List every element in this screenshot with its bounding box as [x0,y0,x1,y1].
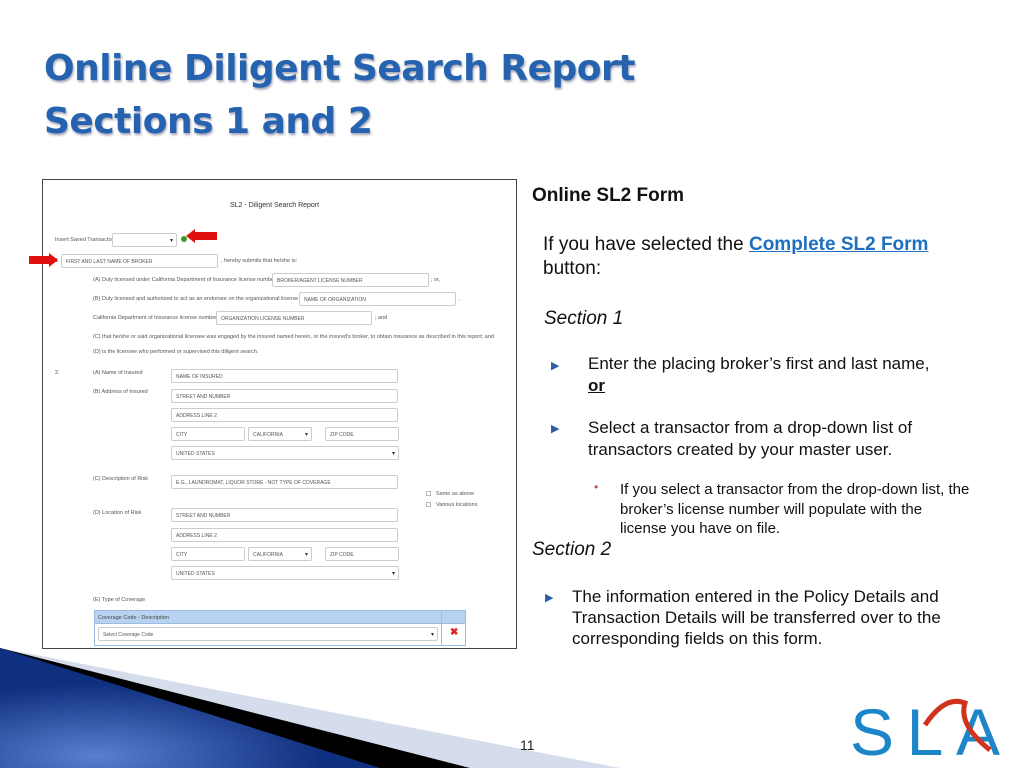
label: , hereby submits that he/she is: [221,258,298,264]
label: (A) Duly licensed under California Depar… [93,277,276,283]
insured-zip-input[interactable]: ZIP CODE [325,427,399,441]
label: California Department of Insurance licen… [93,315,218,321]
complete-sl2-form-link[interactable]: Complete SL2 Form [749,234,928,255]
slide-title-line1: Online Diligent Search Report [44,48,635,89]
bullet2: Select a transactor from a drop-down lis… [588,418,913,459]
insured-state-select[interactable]: CALIFORNIA [248,427,312,441]
insured-country-select[interactable]: UNITED STATES [171,446,399,460]
bullet-icon: ▶ [551,423,560,435]
svg-text:SLA: SLA [850,695,1000,757]
label: (C) that he/she or said organizational l… [93,334,494,340]
organization-name-input[interactable]: NAME OF ORGANIZATION [299,292,456,306]
location-street-input[interactable]: STREET AND NUMBER [171,508,398,522]
label: (B) Duly licensed and authorized to act … [93,296,305,302]
label: (E) Type of Coverage [93,597,146,603]
bullet1: Enter the placing broker’s first and las… [588,354,930,395]
slide-title-line2: Sections 1 and 2 [44,101,373,142]
sub-bullet: If you select a transactor from the drop… [620,481,970,537]
label: (D) is the licensee who performed or sup… [93,349,259,355]
intro-text: If you have selected the Complete SL2 Fo… [543,234,929,279]
location-state-select[interactable]: CALIFORNIA [248,547,312,561]
insured-street-input[interactable]: STREET AND NUMBER [171,389,398,403]
broker-name-input[interactable]: FIRST AND LAST NAME OF BROKER [61,254,218,268]
risk-description-input[interactable]: E.G., LAUNDROMAT, LIQUOR STORE - NOT TYP… [171,475,398,489]
label: ; or, [431,277,441,283]
label: (A) Name of Insured [93,370,143,376]
form-screenshot: SL2 - Diligent Search Report Insert Save… [42,179,517,649]
section1-label: Section 1 [544,308,624,329]
insured-city-input[interactable]: CITY [171,427,245,441]
bullet-icon: ▶ [545,592,554,604]
coverage-code-select[interactable]: Select Coverage Code [98,627,438,641]
organization-license-input[interactable]: ORGANIZATION LICENSE NUMBER [216,311,372,325]
label: (C) Description of Risk [93,476,149,482]
coverage-header: Coverage Code - Description [95,611,465,624]
label: Insert Saved Transactor [55,237,114,243]
right-heading: Online SL2 Form [532,185,685,206]
insured-name-input[interactable]: NAME OF INSURED [171,369,398,383]
bullet3: The information entered in the Policy De… [572,587,941,648]
sub-bullet-icon: • [594,480,599,494]
form-heading: SL2 - Diligent Search Report [230,202,320,209]
saved-transactor-select[interactable] [112,233,177,247]
location-address2-input[interactable]: ADDRESS LINE 2 [171,528,398,542]
location-zip-input[interactable]: ZIP CODE [325,547,399,561]
label: Same as above [436,491,475,497]
label: ; and [375,315,388,321]
label: (D) Location of Risk [93,510,142,516]
item-number: 2. [55,370,60,376]
red-arrow-icon [29,253,58,267]
broker-license-input[interactable]: BROKER/AGENT LICENSE NUMBER [272,273,429,287]
label: Various locations [436,502,478,508]
insured-address2-input[interactable]: ADDRESS LINE 2 [171,408,398,422]
sla-logo: SLA [850,695,1000,757]
section2-label: Section 2 [532,539,612,560]
location-city-input[interactable]: CITY [171,547,245,561]
label: , [459,296,461,302]
same-as-above-checkbox[interactable] [426,491,431,496]
delete-icon[interactable]: ✖ [450,627,458,638]
various-locations-checkbox[interactable] [426,502,431,507]
red-arrow-icon [186,229,217,243]
page-number: 11 [520,737,535,753]
bullet-icon: ▶ [551,360,560,372]
location-country-select[interactable]: UNITED STATES [171,566,399,580]
label: (B) Address of Insured [93,389,148,395]
